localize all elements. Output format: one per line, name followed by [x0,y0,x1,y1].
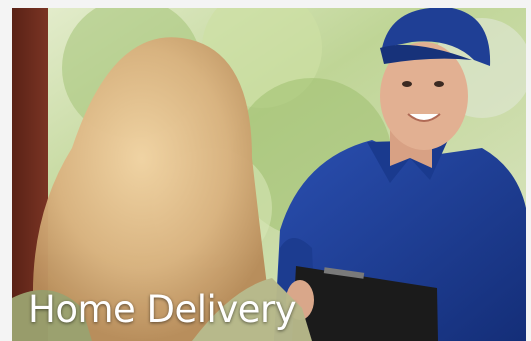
banner-frame: Home Delivery [0,0,531,341]
banner-caption: Home Delivery [28,288,297,331]
